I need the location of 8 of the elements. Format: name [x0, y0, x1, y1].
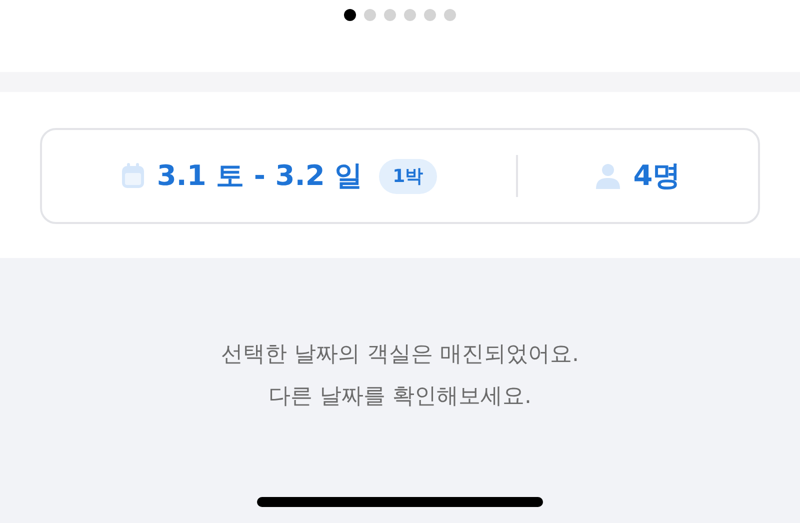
booking-summary-card[interactable]: 3.1 토 - 3.2 일 1박 4명 — [40, 128, 760, 224]
person-icon — [595, 163, 622, 189]
guest-count: 4명 — [633, 158, 681, 194]
calendar-icon — [120, 163, 145, 189]
nights-badge: 1박 — [378, 158, 438, 194]
sold-out-message: 다른 날짜를 확인해보세요. — [268, 383, 532, 411]
date-range: 3.1 토 - 3.2 일 — [156, 158, 363, 194]
sold-out-message: 선택한 날짜의 객실은 매진되었어요. — [221, 341, 579, 369]
